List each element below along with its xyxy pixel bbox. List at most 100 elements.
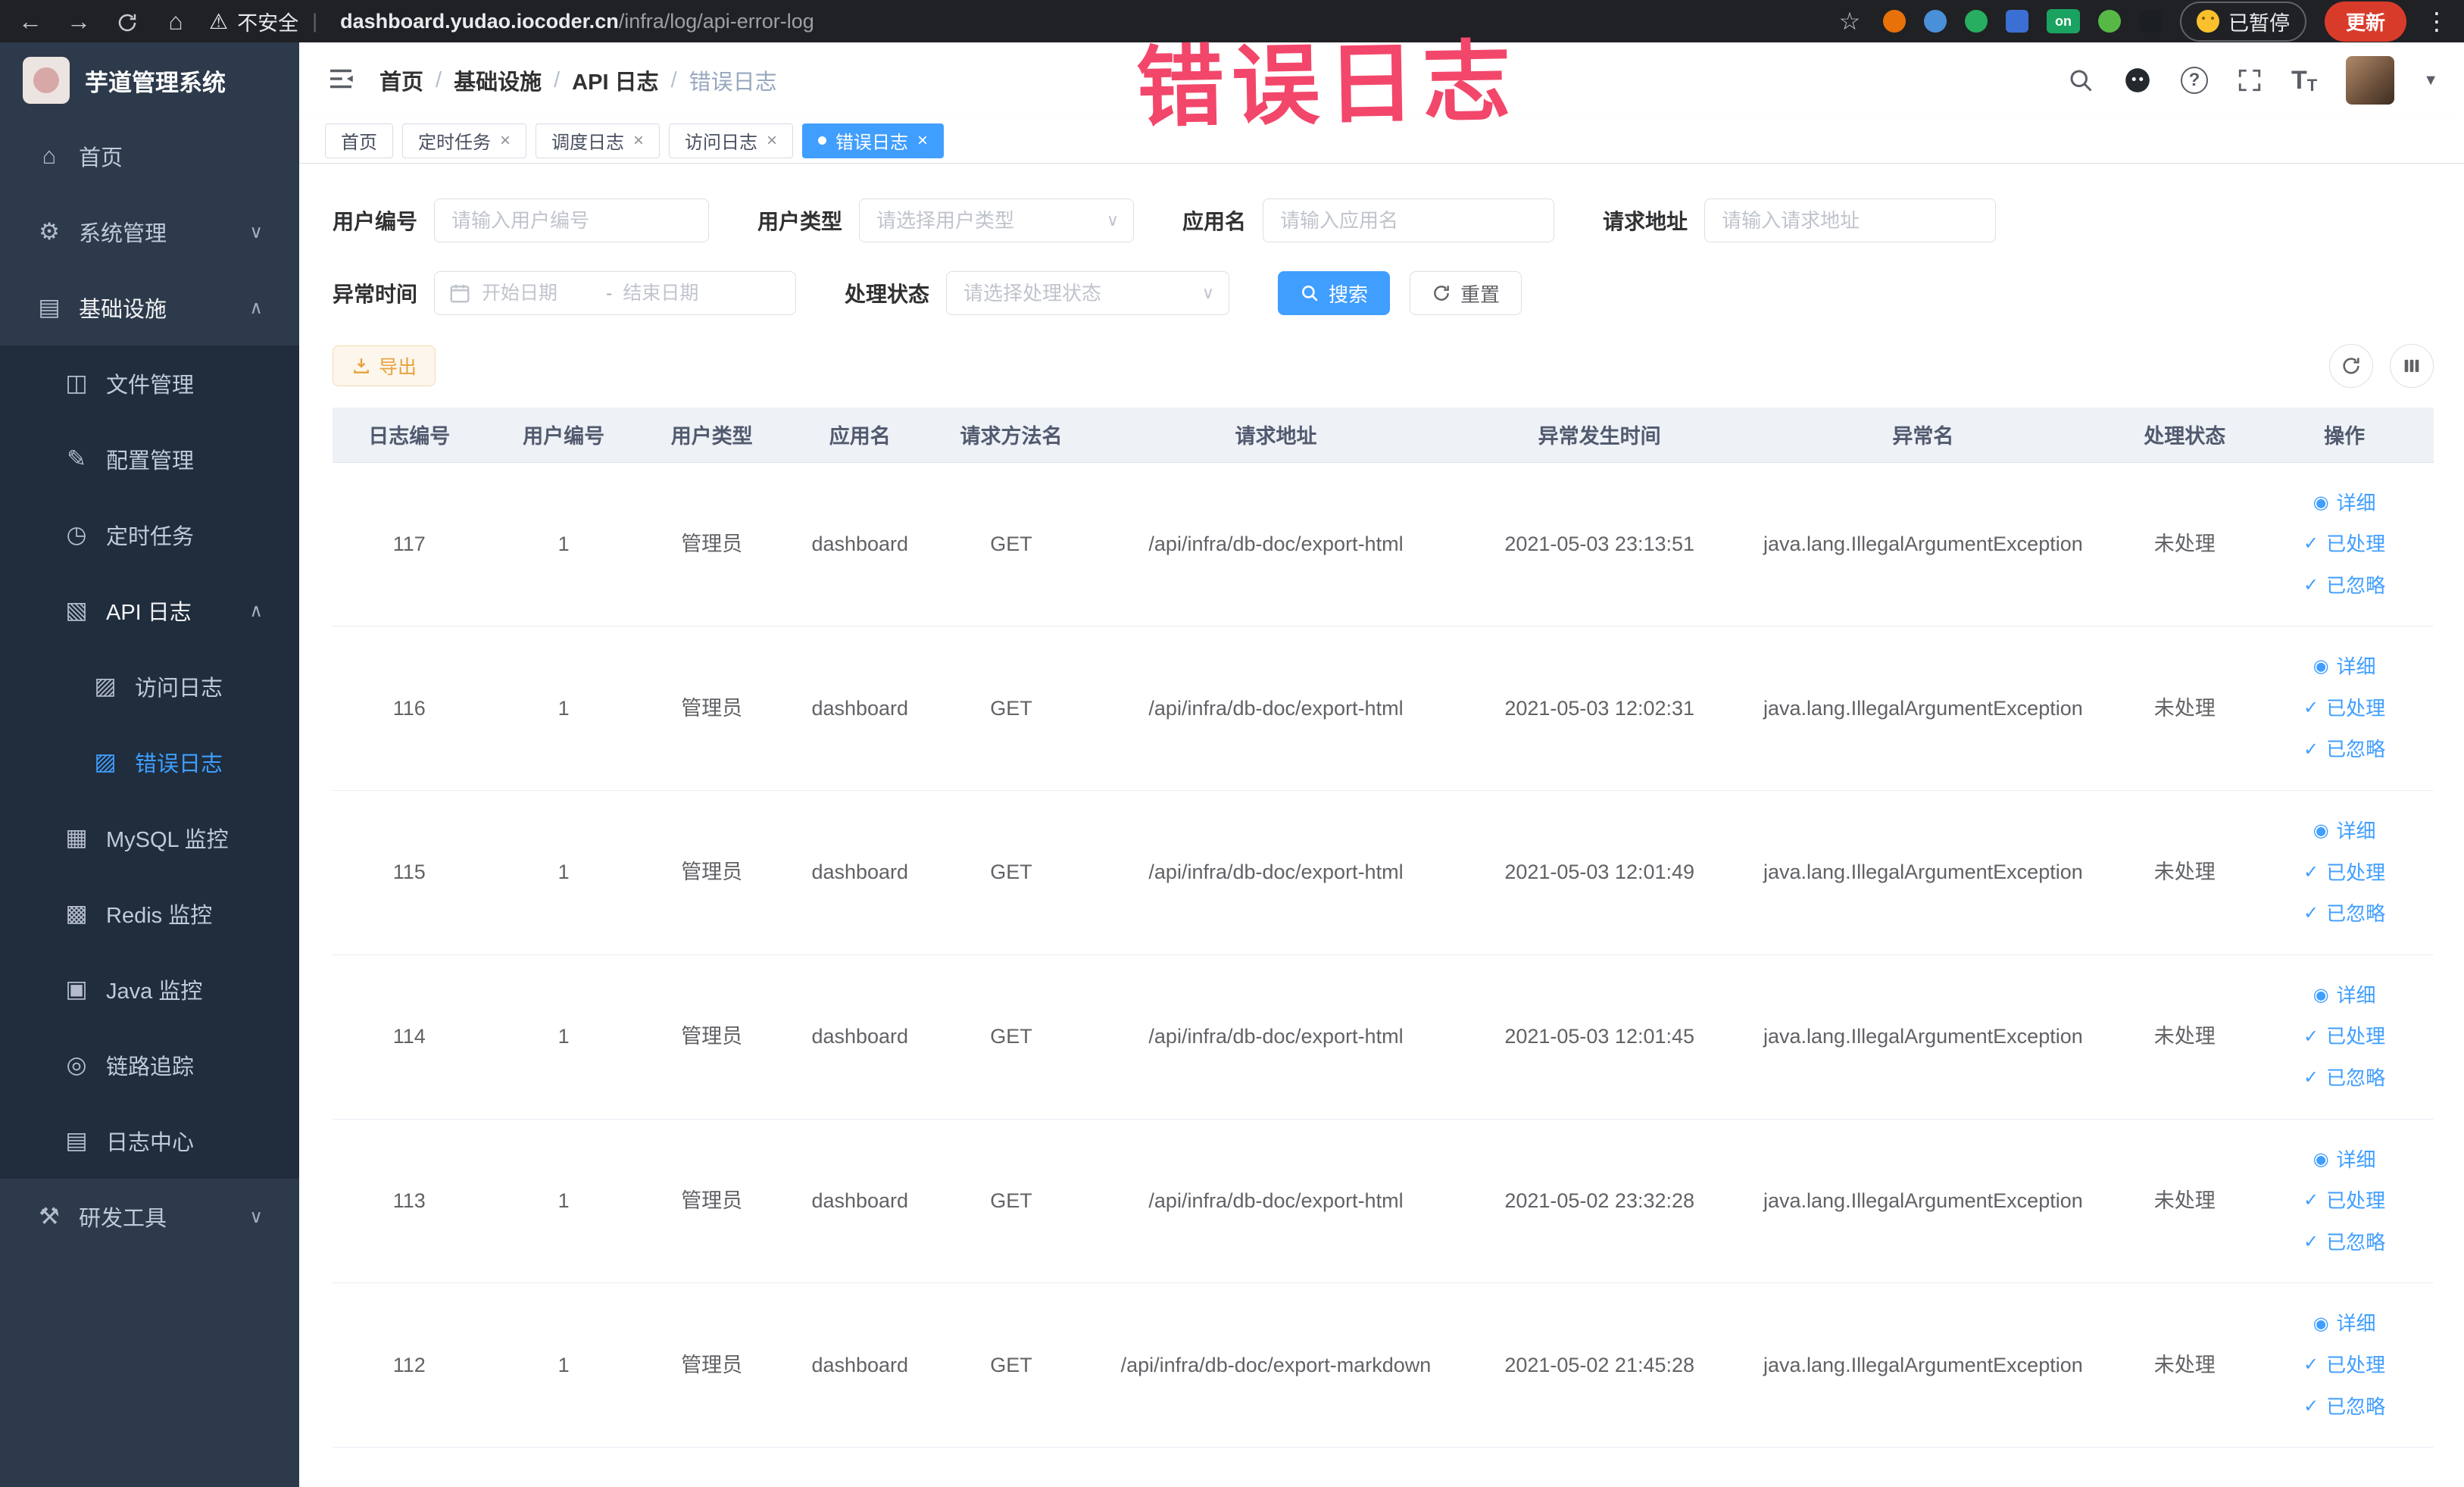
fullscreen-icon[interactable]: [2237, 67, 2263, 93]
tab-close-icon[interactable]: ×: [917, 131, 928, 150]
action-已忽略[interactable]: ✓ 已忽略: [2261, 1222, 2428, 1264]
sidebar-item-trace[interactable]: ◎ 链路追踪: [0, 1027, 299, 1103]
sidebar-item-file[interactable]: ◫ 文件管理: [0, 345, 299, 421]
tab-label: 定时任务: [418, 133, 491, 153]
action-已忽略[interactable]: ✓ 已忽略: [2261, 565, 2428, 607]
tab-close-icon[interactable]: ×: [767, 131, 777, 150]
reload-icon[interactable]: [112, 8, 142, 36]
forward-icon[interactable]: →: [64, 8, 94, 36]
extension-icon-6[interactable]: [2138, 10, 2162, 33]
sidebar-item-redis[interactable]: ▩ Redis 监控: [0, 876, 299, 951]
check-icon: ✓: [2303, 1395, 2319, 1417]
cell-method: GET: [937, 1119, 1085, 1284]
tab-定时任务[interactable]: 定时任务 ×: [402, 123, 527, 158]
home-icon[interactable]: ⌂: [161, 8, 191, 36]
logo-title: 芋道管理系统: [85, 69, 226, 96]
app-name-input[interactable]: [1263, 198, 1555, 242]
breadcrumb: 首页 / 基础设施 / API 日志 / 错误日志: [379, 64, 777, 96]
check-icon: ✓: [2303, 533, 2319, 555]
help-icon[interactable]: [2180, 67, 2208, 94]
github-icon[interactable]: [2123, 66, 2152, 95]
chevron-down-icon[interactable]: ▼: [2423, 72, 2438, 89]
start-date-input[interactable]: [482, 282, 596, 305]
logo[interactable]: 芋道管理系统: [0, 42, 299, 118]
user-type-select[interactable]: [859, 198, 1135, 242]
column-header: 处理状态: [2114, 408, 2256, 463]
tab-close-icon[interactable]: ×: [633, 131, 644, 150]
action-详细[interactable]: ◉ 详细: [2261, 1139, 2428, 1181]
back-icon[interactable]: ←: [15, 8, 45, 36]
sidebar-item-error-log[interactable]: ▨ 错误日志: [0, 724, 299, 800]
column-header: 用户编号: [486, 408, 642, 463]
site-security[interactable]: ⚠ 不安全 |: [209, 7, 322, 36]
sidebar-item-mysql[interactable]: ▦ MySQL 监控: [0, 800, 299, 876]
action-详细[interactable]: ◉ 详细: [2261, 1303, 2428, 1345]
process-status-select[interactable]: [946, 271, 1230, 315]
font-size-icon[interactable]: TT: [2291, 66, 2317, 95]
breadcrumb-item[interactable]: API 日志: [572, 64, 658, 96]
action-已处理[interactable]: ✓ 已处理: [2261, 1016, 2428, 1057]
extension-icon-3[interactable]: [1964, 10, 1988, 33]
sidebar-item-config[interactable]: ✎ 配置管理: [0, 421, 299, 497]
sidebar-item-log-center[interactable]: ▤ 日志中心: [0, 1103, 299, 1179]
sidebar-item-java[interactable]: ▣ Java 监控: [0, 951, 299, 1027]
action-label: 已忽略: [2326, 573, 2386, 597]
breadcrumb-item[interactable]: 首页: [379, 64, 423, 96]
action-详细[interactable]: ◉ 详细: [2261, 483, 2428, 524]
end-date-input[interactable]: [623, 282, 737, 305]
reset-button[interactable]: 重置: [1410, 271, 1522, 315]
browser-update-button[interactable]: 更新: [2324, 1, 2406, 42]
collapse-menu-icon[interactable]: [325, 63, 357, 98]
action-已处理[interactable]: ✓ 已处理: [2261, 1180, 2428, 1222]
check-icon: ✓: [2303, 574, 2319, 595]
action-已忽略[interactable]: ✓ 已忽略: [2261, 729, 2428, 770]
bookmark-star-icon[interactable]: ☆: [1835, 7, 1865, 36]
date-range-picker[interactable]: -: [434, 271, 797, 315]
tab-首页[interactable]: 首页: [325, 123, 393, 158]
sidebar-item-label: 定时任务: [106, 525, 195, 549]
action-已处理[interactable]: ✓ 已处理: [2261, 523, 2428, 565]
column-settings-button[interactable]: [2390, 344, 2434, 388]
action-已忽略[interactable]: ✓ 已忽略: [2261, 1386, 2428, 1428]
request-url-input[interactable]: [1704, 198, 1997, 242]
tab-close-icon[interactable]: ×: [500, 131, 511, 150]
sidebar-item-infra[interactable]: ▤ 基础设施 ∧: [0, 270, 299, 345]
tab-访问日志[interactable]: 访问日志 ×: [669, 123, 794, 158]
user-avatar[interactable]: [2346, 56, 2395, 105]
browser-menu-icon[interactable]: ⋮: [2425, 7, 2449, 36]
tab-调度日志[interactable]: 调度日志 ×: [536, 123, 661, 158]
sidebar-item-api-log[interactable]: ▧ API 日志 ∧: [0, 573, 299, 648]
sidebar-item-access-log[interactable]: ▨ 访问日志: [0, 648, 299, 724]
extension-icon-1[interactable]: [1882, 10, 1906, 33]
cell-method: GET: [937, 790, 1085, 955]
refresh-table-button[interactable]: [2329, 344, 2373, 388]
sidebar-item-home[interactable]: ⌂ 首页: [0, 118, 299, 194]
action-详细[interactable]: ◉ 详细: [2261, 811, 2428, 852]
address-bar[interactable]: dashboard.yudao.iocoder.cn /infra/log/ap…: [340, 10, 814, 33]
action-已处理[interactable]: ✓ 已处理: [2261, 1345, 2428, 1386]
breadcrumb-item[interactable]: 基础设施: [454, 64, 542, 96]
extension-on-badge[interactable]: on: [2046, 9, 2080, 33]
extension-icon-5[interactable]: [2097, 10, 2121, 33]
action-已忽略[interactable]: ✓ 已忽略: [2261, 1057, 2428, 1099]
sidebar-item-system[interactable]: ⚙ 系统管理 ∨: [0, 194, 299, 270]
action-已处理[interactable]: ✓ 已处理: [2261, 688, 2428, 729]
extension-icon-4[interactable]: [2005, 10, 2028, 33]
cell-app: dashboard: [782, 626, 938, 792]
search-icon[interactable]: [2067, 67, 2094, 94]
action-label: 已忽略: [2326, 1395, 2386, 1418]
export-button[interactable]: 导出: [333, 345, 436, 386]
sidebar-item-job[interactable]: ◷ 定时任务: [0, 497, 299, 573]
paused-badge[interactable]: 已暂停: [2179, 1, 2306, 42]
action-详细[interactable]: ◉ 详细: [2261, 646, 2428, 688]
extension-icon-2[interactable]: [1923, 10, 1947, 33]
user-id-input[interactable]: [434, 198, 710, 242]
tab-错误日志[interactable]: 错误日志 ×: [802, 123, 945, 158]
action-已忽略[interactable]: ✓ 已忽略: [2261, 893, 2428, 935]
column-header: 操作: [2255, 408, 2434, 463]
cell-exception: java.lang.IllegalArgumentException: [1732, 1119, 2115, 1284]
search-button[interactable]: 搜索: [1278, 271, 1391, 315]
action-已处理[interactable]: ✓ 已处理: [2261, 852, 2428, 894]
action-详细[interactable]: ◉ 详细: [2261, 975, 2428, 1017]
sidebar-item-dev-tools[interactable]: ⚒ 研发工具 ∨: [0, 1179, 299, 1254]
